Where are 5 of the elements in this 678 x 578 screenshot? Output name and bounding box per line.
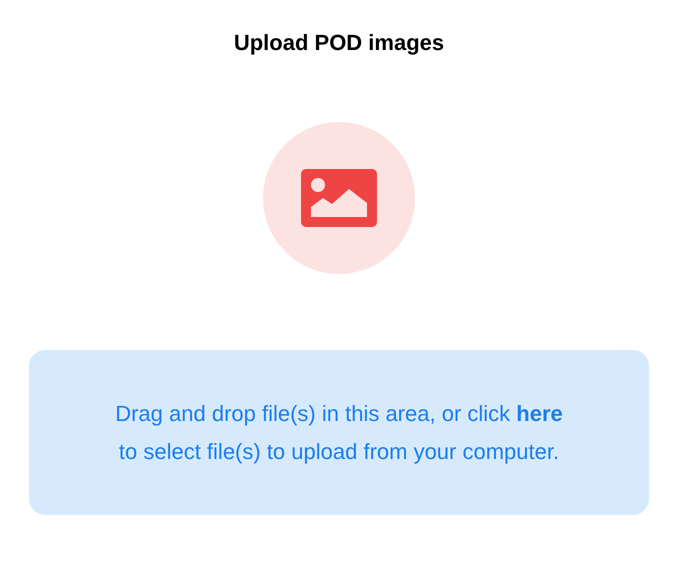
image-icon	[301, 169, 377, 227]
here-link[interactable]: here	[516, 400, 563, 426]
drop-zone[interactable]: Drag and drop file(s) in this area, or click here to select file(s) to upload from your computer.	[29, 350, 649, 515]
upload-instructions: Drag and drop file(s) in this area, or click here to select file(s) to upload from your computer.	[115, 400, 563, 466]
dialog-title: Upload POD images	[234, 29, 444, 57]
